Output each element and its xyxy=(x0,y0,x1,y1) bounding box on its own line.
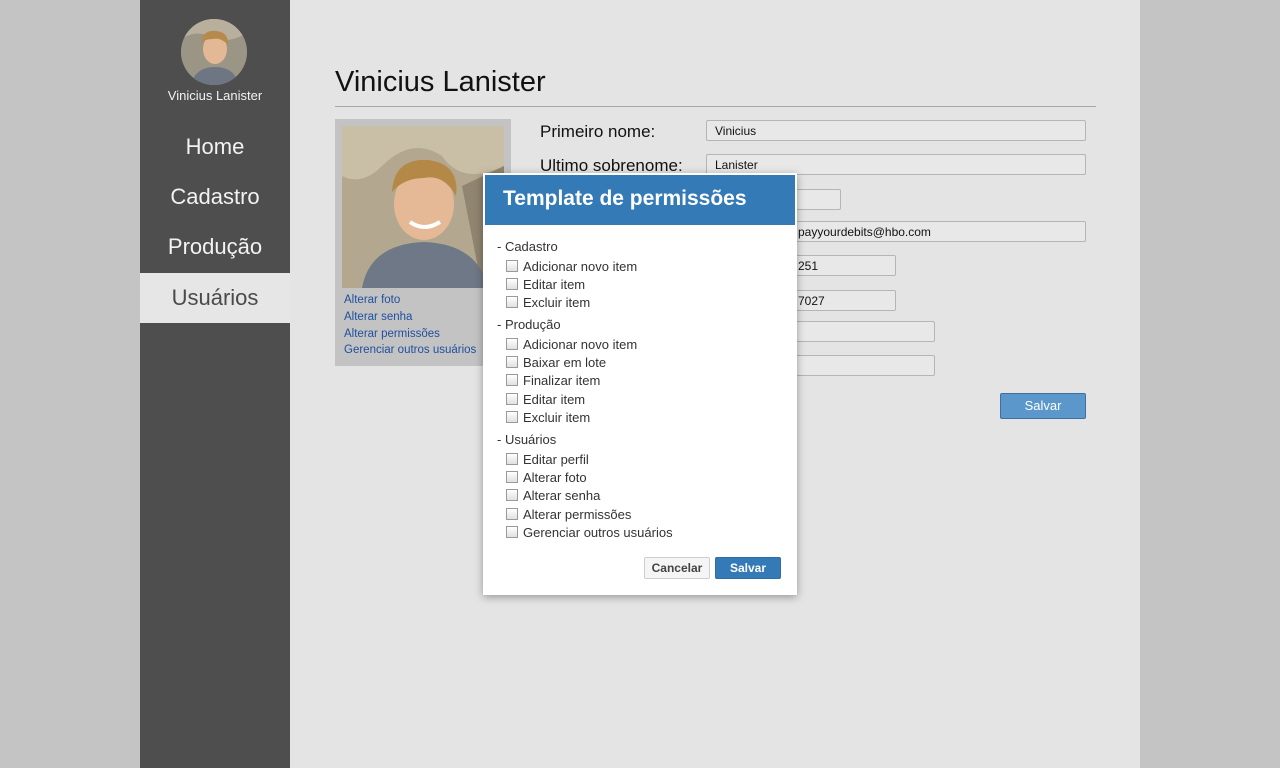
first-name-label: Primeiro nome: xyxy=(540,122,656,141)
last-name-field[interactable]: Lanister xyxy=(706,154,1086,175)
permission-item[interactable]: Excluir item xyxy=(506,409,590,425)
group-title-producao[interactable]: - Produção xyxy=(497,317,561,332)
group-title-usuarios[interactable]: - Usuários xyxy=(497,432,556,447)
modal-title: Template de permissões xyxy=(503,187,747,210)
sidebar-user-name: Vinicius Lanister xyxy=(167,88,263,103)
checkbox[interactable] xyxy=(506,296,518,308)
change-permissions-link[interactable]: Alterar permissões xyxy=(344,328,440,340)
permission-item[interactable]: Editar perfil xyxy=(506,451,589,467)
checkbox[interactable] xyxy=(506,393,518,405)
permission-item[interactable]: Finalizar item xyxy=(506,372,600,388)
nav-item-producao[interactable]: Produção xyxy=(140,222,290,272)
permission-item[interactable]: Alterar permissões xyxy=(506,506,631,522)
change-password-link[interactable]: Alterar senha xyxy=(344,311,412,323)
checkbox[interactable] xyxy=(506,374,518,386)
permission-item[interactable]: Alterar foto xyxy=(506,469,587,485)
permission-item[interactable]: Adicionar novo item xyxy=(506,336,637,352)
permission-item[interactable]: Excluir item xyxy=(506,294,590,310)
checkbox[interactable] xyxy=(506,471,518,483)
group-title-cadastro[interactable]: - Cadastro xyxy=(497,239,558,254)
modal-header: Template de permissões xyxy=(485,175,795,225)
permission-item[interactable]: Baixar em lote xyxy=(506,354,606,370)
change-photo-link[interactable]: Alterar foto xyxy=(344,294,400,306)
profile-photo xyxy=(342,126,504,288)
checkbox[interactable] xyxy=(506,489,518,501)
manage-users-link[interactable]: Gerenciar outros usuários xyxy=(344,344,476,356)
permission-item[interactable]: Editar item xyxy=(506,391,585,407)
nav-item-home[interactable]: Home xyxy=(140,122,290,172)
permission-item[interactable]: Editar item xyxy=(506,276,585,292)
first-name-field[interactable]: Vinicius xyxy=(706,120,1086,141)
permission-item[interactable]: Gerenciar outros usuários xyxy=(506,524,673,540)
cancel-button[interactable]: Cancelar xyxy=(644,557,710,579)
checkbox[interactable] xyxy=(506,453,518,465)
checkbox[interactable] xyxy=(506,278,518,290)
save-profile-button[interactable]: Salvar xyxy=(1000,393,1086,419)
checkbox[interactable] xyxy=(506,508,518,520)
nav-item-usuarios[interactable]: Usuários xyxy=(140,273,290,323)
checkbox[interactable] xyxy=(506,260,518,272)
avatar[interactable] xyxy=(181,19,247,85)
avatar-image xyxy=(181,19,247,85)
checkbox[interactable] xyxy=(506,338,518,350)
checkbox[interactable] xyxy=(506,356,518,368)
nav-item-cadastro[interactable]: Cadastro xyxy=(140,172,290,222)
page-title: Vinicius Lanister xyxy=(335,66,546,98)
modal-save-button[interactable]: Salvar xyxy=(715,557,781,579)
checkbox[interactable] xyxy=(506,411,518,423)
permissions-template-modal: Template de permissões - Cadastro Adicio… xyxy=(483,173,797,595)
sidebar: Vinicius Lanister Home Cadastro Produção… xyxy=(140,0,290,768)
permission-item[interactable]: Adicionar novo item xyxy=(506,258,637,274)
title-divider xyxy=(335,106,1096,107)
checkbox[interactable] xyxy=(506,526,518,538)
permission-item[interactable]: Alterar senha xyxy=(506,487,600,503)
